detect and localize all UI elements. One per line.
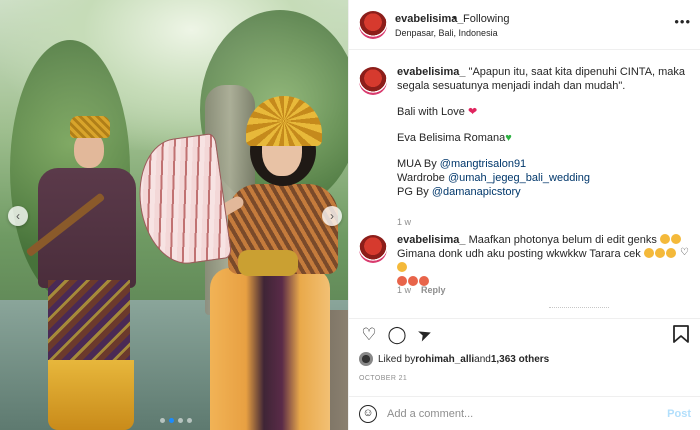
comment-meta: 1 w Reply bbox=[397, 285, 446, 295]
photo-fan bbox=[131, 132, 233, 270]
comment-icon[interactable]: ◯ bbox=[387, 325, 407, 345]
photo-woman-belt bbox=[238, 250, 298, 276]
avatar[interactable] bbox=[359, 235, 387, 263]
wardrobe-label: Wardrobe bbox=[397, 172, 448, 184]
caption-time: 1 w bbox=[397, 217, 412, 227]
green-heart-emoji-icon: ♥ bbox=[505, 132, 512, 144]
grin-emoji-icon bbox=[643, 248, 654, 258]
avatar[interactable] bbox=[359, 352, 373, 366]
more-horizontal-icon[interactable]: ••• bbox=[674, 14, 691, 29]
avatar[interactable] bbox=[359, 67, 387, 95]
comment-like-icon[interactable]: ♡ bbox=[680, 247, 689, 258]
likes-and: and bbox=[474, 353, 491, 365]
carousel-dots bbox=[160, 418, 192, 423]
comment-username[interactable]: evabelisima_ bbox=[397, 234, 466, 246]
avatar[interactable] bbox=[359, 11, 387, 39]
mention-link[interactable]: @damanapicstory bbox=[432, 186, 521, 198]
mention-link[interactable]: @umah_jegeg_bali_wedding bbox=[448, 172, 590, 184]
laugh-emoji-icon bbox=[659, 234, 670, 244]
photo-woman-skirt bbox=[210, 268, 330, 430]
pg-label: PG By bbox=[397, 186, 432, 198]
carousel-dot-active bbox=[169, 418, 174, 423]
carousel-dot bbox=[187, 418, 192, 423]
carousel-dot bbox=[178, 418, 183, 423]
likes-prefix: Liked by bbox=[378, 353, 416, 365]
bookmark-icon bbox=[673, 325, 689, 343]
post-side-panel: evabelisima_ • Following Denpasar, Bali,… bbox=[348, 0, 700, 430]
mention-link[interactable]: @mangtrisalon91 bbox=[440, 158, 526, 170]
carousel-dot bbox=[160, 418, 165, 423]
grin-emoji-icon bbox=[397, 262, 407, 272]
caption-line-3: Eva Belisima Romana bbox=[397, 132, 506, 144]
photo-man-cloth bbox=[48, 360, 134, 430]
comments-section: evabelisima_ "Apapun itu, saat kita dipe… bbox=[349, 51, 700, 317]
following-button[interactable]: Following bbox=[463, 13, 509, 25]
photo-man-hat bbox=[70, 116, 110, 138]
caption-username[interactable]: evabelisima_ bbox=[397, 66, 466, 78]
comment-text: evabelisima_ Maafkan photonya belum di e… bbox=[397, 233, 687, 289]
caption-text: evabelisima_ "Apapun itu, saat kita dipe… bbox=[397, 65, 687, 199]
pray-emoji-icon bbox=[654, 248, 665, 258]
comment-time: 1 w bbox=[397, 285, 412, 295]
add-comment-bar: ☺ Post bbox=[349, 396, 700, 430]
carousel-prev-button[interactable]: ‹ bbox=[8, 206, 28, 226]
comment-input[interactable] bbox=[387, 406, 647, 422]
more-comments-indicator bbox=[549, 307, 609, 311]
post-date: OCTOBER 21 bbox=[359, 375, 408, 382]
laugh-emoji-icon bbox=[670, 234, 681, 244]
comment-line-2: Gimana donk udh aku posting wkwkkw Tarar… bbox=[397, 248, 641, 260]
post-comment-button[interactable]: Post bbox=[667, 408, 691, 420]
like-icon[interactable]: ♡ bbox=[359, 325, 379, 345]
location-link[interactable]: Denpasar, Bali, Indonesia bbox=[395, 28, 498, 38]
header-separator: • bbox=[453, 12, 457, 24]
grin-emoji-icon bbox=[665, 248, 676, 258]
action-bar: ♡ ◯ ➤ bbox=[349, 318, 700, 348]
liker-username[interactable]: rohimah_alli bbox=[415, 354, 474, 365]
reply-button[interactable]: Reply bbox=[421, 285, 446, 295]
comment-line-1: Maafkan photonya belum di edit genks bbox=[468, 234, 657, 246]
share-icon[interactable]: ➤ bbox=[412, 322, 438, 348]
emoji-picker-icon[interactable]: ☺ bbox=[359, 405, 377, 423]
likes-others-link[interactable]: 1,363 others bbox=[491, 354, 549, 365]
post-header: evabelisima_ • Following Denpasar, Bali,… bbox=[349, 0, 700, 50]
caption-line-2: Bali with Love bbox=[397, 106, 465, 118]
likes-summary: Liked by rohimah_alli and 1,363 others bbox=[359, 352, 549, 366]
post-photo[interactable]: ‹ › bbox=[0, 0, 348, 430]
heart-emoji-icon: ❤ bbox=[467, 106, 478, 118]
mua-label: MUA By bbox=[397, 158, 440, 170]
save-icon[interactable] bbox=[671, 325, 691, 345]
carousel-next-button[interactable]: › bbox=[322, 206, 342, 226]
